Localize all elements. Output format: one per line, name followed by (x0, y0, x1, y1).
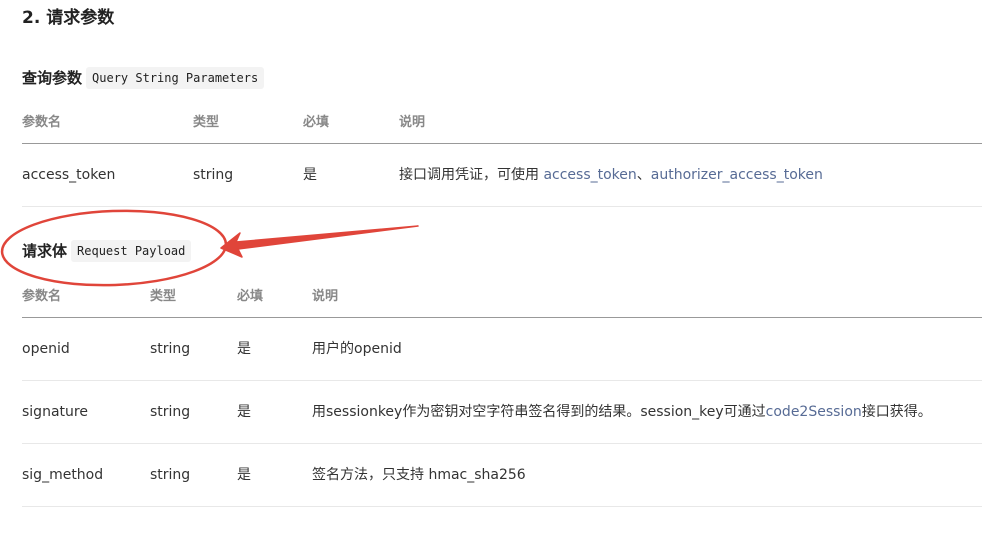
description-text: 接口调用凭证，可使用 (399, 167, 544, 183)
param-name: openid (22, 341, 70, 357)
param-required: 是 (303, 167, 317, 183)
request-payload-table: 参数名 类型 必填 说明 openid string 是 用户的openid s… (22, 276, 982, 507)
param-name: sig_method (22, 467, 104, 483)
param-type: string (193, 167, 234, 183)
param-description: 签名方法，只支持 hmac_sha256 (312, 467, 526, 483)
code2session-link[interactable]: code2Session (766, 404, 862, 420)
request-payload-heading: 请求体 Request Payload (22, 240, 192, 262)
param-required: 是 (237, 467, 251, 483)
table-row: access_token string 是 接口调用凭证，可使用 access_… (22, 144, 982, 207)
authorizer-access-token-link[interactable]: authorizer_access_token (651, 167, 823, 183)
query-params-heading: 查询参数 Query String Parameters (22, 67, 265, 89)
header-required: 必填 (303, 115, 330, 130)
table-row: sig_method string 是 签名方法，只支持 hmac_sha256 (22, 444, 982, 507)
header-param-name: 参数名 (22, 115, 62, 130)
param-name: signature (22, 404, 88, 420)
param-type: string (150, 467, 191, 483)
param-name: access_token (22, 167, 116, 183)
header-description: 说明 (399, 115, 426, 130)
annotation-arrow (220, 225, 419, 258)
param-description: 接口调用凭证，可使用 access_token、authorizer_acces… (399, 165, 823, 185)
header-type: 类型 (193, 115, 220, 130)
table-row: openid string 是 用户的openid (22, 318, 982, 381)
table-row: signature string 是 用sessionkey作为密钥对空字符串签… (22, 381, 982, 444)
header-type: 类型 (150, 289, 177, 304)
request-payload-title: 请求体 (22, 242, 68, 260)
header-required: 必填 (237, 289, 264, 304)
table-header: 参数名 类型 必填 说明 (22, 102, 982, 144)
query-params-table: 参数名 类型 必填 说明 access_token string 是 接口调用凭… (22, 102, 982, 207)
param-description: 用sessionkey作为密钥对空字符串签名得到的结果。session_key可… (312, 402, 932, 422)
param-required: 是 (237, 404, 251, 420)
param-description: 用户的openid (312, 341, 402, 357)
param-required: 是 (237, 341, 251, 357)
table-header: 参数名 类型 必填 说明 (22, 276, 982, 318)
access-token-link[interactable]: access_token (543, 167, 636, 183)
description-separator: 、 (636, 167, 651, 183)
request-payload-code: Request Payload (71, 240, 192, 262)
query-params-code: Query String Parameters (86, 67, 265, 89)
param-type: string (150, 341, 191, 357)
query-params-title: 查询参数 (22, 69, 83, 87)
param-type: string (150, 404, 191, 420)
section-title: 2. 请求参数 (22, 8, 115, 28)
description-text: 用sessionkey作为密钥对空字符串签名得到的结果。session_key可… (312, 404, 766, 420)
description-suffix: 接口获得。 (861, 404, 932, 420)
header-description: 说明 (312, 289, 339, 304)
header-param-name: 参数名 (22, 289, 62, 304)
